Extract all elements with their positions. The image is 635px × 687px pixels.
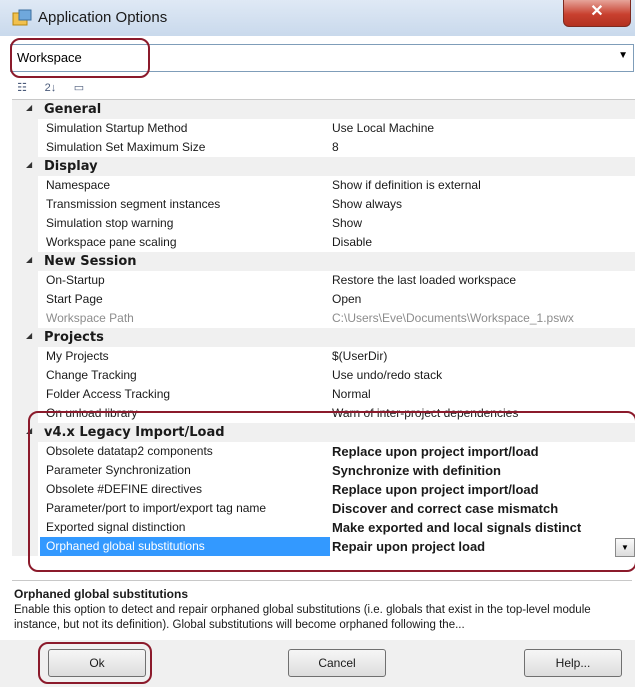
application-options-window: Application Options ✕ Workspace ▼ ☷ 2↓ ▭… [0, 0, 635, 687]
property-row[interactable]: Namespace Show if definition is external [12, 176, 635, 195]
property-pages-icon[interactable]: ▭ [69, 80, 89, 96]
property-name: Change Tracking [46, 368, 137, 382]
category-projects[interactable]: ◢ Projects [12, 328, 635, 347]
property-value[interactable]: Show [332, 216, 362, 230]
property-value[interactable]: Show always [332, 197, 402, 211]
property-name: My Projects [46, 349, 109, 363]
close-button[interactable]: ✕ [563, 0, 631, 27]
property-name: On-Startup [46, 273, 105, 287]
property-value[interactable]: Use Local Machine [332, 121, 434, 135]
property-value[interactable]: Open [332, 292, 361, 306]
property-name: Simulation Set Maximum Size [46, 140, 206, 154]
description-text: Enable this option to detect and repair … [14, 604, 591, 631]
row-gutter [12, 138, 38, 157]
help-button[interactable]: Help... [524, 649, 622, 677]
property-row[interactable]: Workspace Path C:\Users\Eve\Documents\Wor… [12, 309, 635, 328]
property-value[interactable]: $(UserDir) [332, 349, 387, 363]
row-gutter [12, 119, 38, 138]
property-row[interactable]: Simulation Set Maximum Size 8 [12, 138, 635, 157]
close-icon: ✕ [590, 3, 604, 20]
property-row[interactable]: Simulation Startup Method Use Local Machi… [12, 119, 635, 138]
row-gutter [12, 366, 38, 385]
chevron-down-icon[interactable]: ▼ [618, 50, 628, 61]
highlight-ok [38, 642, 152, 684]
category-label: New Session [44, 254, 137, 269]
collapse-triangle-icon[interactable]: ◢ [26, 255, 32, 264]
property-row[interactable]: Workspace pane scaling Disable [12, 233, 635, 252]
row-gutter [12, 233, 38, 252]
property-value[interactable]: Normal [332, 387, 371, 401]
property-value[interactable]: Use undo/redo stack [332, 368, 442, 382]
category-label: General [44, 102, 102, 117]
category-display[interactable]: ◢ Display [12, 157, 635, 176]
property-row[interactable]: Start Page Open [12, 290, 635, 309]
collapse-triangle-icon[interactable]: ◢ [26, 331, 32, 340]
category-label: Projects [44, 330, 104, 345]
row-gutter [12, 347, 38, 366]
property-value[interactable]: Disable [332, 235, 372, 249]
property-name: Transmission segment instances [46, 197, 221, 211]
row-gutter [12, 195, 38, 214]
row-gutter [12, 385, 38, 404]
property-name: Simulation stop warning [46, 216, 174, 230]
row-gutter [12, 271, 38, 290]
window-title: Application Options [38, 9, 168, 26]
property-row[interactable]: Transmission segment instances Show alway… [12, 195, 635, 214]
cancel-button[interactable]: Cancel [288, 649, 386, 677]
categorized-icon[interactable]: ☷ [12, 80, 32, 96]
property-value[interactable]: Show if definition is external [332, 178, 481, 192]
property-name: Namespace [46, 178, 111, 192]
collapse-triangle-icon[interactable]: ◢ [26, 103, 32, 112]
category-new-session[interactable]: ◢ New Session [12, 252, 635, 271]
highlight-legacy-section [28, 411, 635, 572]
property-name: Workspace pane scaling [46, 235, 177, 249]
property-row[interactable]: Folder Access Tracking Normal [12, 385, 635, 404]
alphabetical-sort-icon[interactable]: 2↓ [40, 80, 60, 96]
property-value[interactable]: 8 [332, 140, 339, 154]
title-bar: Application Options ✕ [0, 0, 635, 36]
property-grid-toolbar: ☷ 2↓ ▭ [12, 78, 612, 98]
property-name: Workspace Path [46, 311, 134, 325]
collapse-triangle-icon[interactable]: ◢ [26, 160, 32, 169]
row-gutter [12, 309, 38, 328]
description-panel: Orphaned global substitutions Enable thi… [12, 580, 632, 635]
property-value[interactable]: Restore the last loaded workspace [332, 273, 516, 287]
property-row[interactable]: Simulation stop warning Show [12, 214, 635, 233]
category-label: Display [44, 159, 98, 174]
category-general[interactable]: ◢ General [12, 100, 635, 119]
description-title: Orphaned global substitutions [14, 587, 188, 601]
highlight-workspace [10, 38, 150, 78]
property-name: Simulation Startup Method [46, 121, 188, 135]
row-gutter [12, 290, 38, 309]
property-row[interactable]: Change Tracking Use undo/redo stack [12, 366, 635, 385]
app-options-icon [12, 9, 32, 26]
property-value: C:\Users\Eve\Documents\Workspace_1.pswx [332, 311, 574, 325]
property-name: Start Page [46, 292, 103, 306]
row-gutter [12, 176, 38, 195]
property-row[interactable]: On-Startup Restore the last loaded worksp… [12, 271, 635, 290]
property-row[interactable]: My Projects $(UserDir) [12, 347, 635, 366]
property-name: Folder Access Tracking [46, 387, 171, 401]
row-gutter [12, 214, 38, 233]
